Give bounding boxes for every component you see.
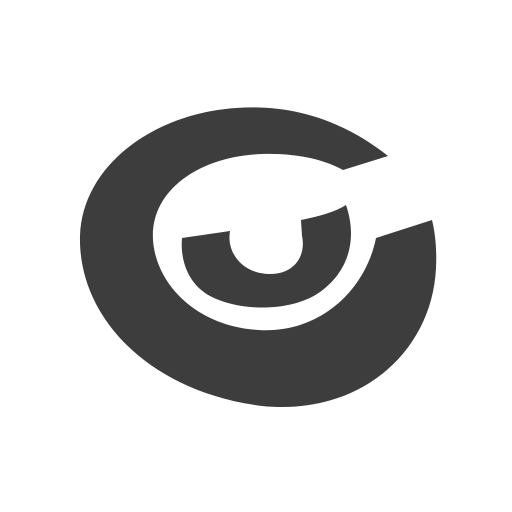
logo-inner-arc bbox=[181, 205, 351, 308]
logo-outer-ring bbox=[79, 107, 437, 408]
eye-c-logo-icon bbox=[79, 107, 437, 408]
app-icon-canvas bbox=[0, 0, 512, 512]
